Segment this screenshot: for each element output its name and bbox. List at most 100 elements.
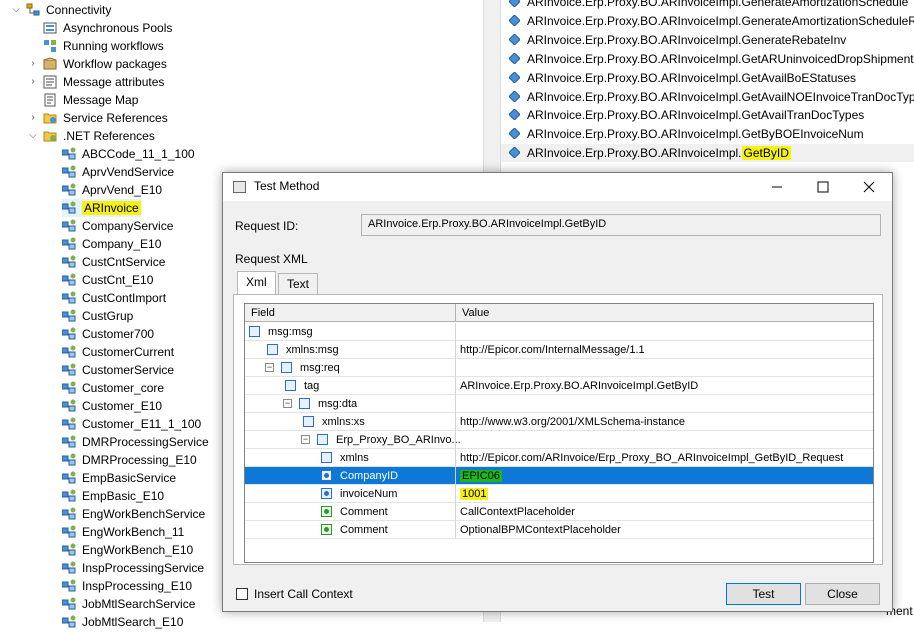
xml-field-grid[interactable]: Field Value msg:msg xmlns:msg http://Epico…	[244, 303, 874, 563]
method-item[interactable]: ARInvoice.Erp.Proxy.BO.ARInvoiceImpl.Get…	[508, 50, 914, 68]
tree-item-service-references[interactable]: › Service References	[31, 109, 167, 127]
grid-value-cell[interactable]: ARInvoice.Erp.Proxy.BO.ARInvoiceImpl.Get…	[455, 377, 873, 395]
tree-item-service[interactable]: ABCCode_11_1_100	[61, 145, 195, 163]
grid-value-cell[interactable]	[455, 431, 873, 449]
tree-item-net-references[interactable]: ⌵ .NET References	[29, 127, 155, 145]
tree-item-service[interactable]: Customer700	[61, 325, 154, 343]
web-service-icon	[61, 147, 76, 161]
tree-item-service[interactable]: CompanyService	[61, 217, 173, 235]
connectivity-icon	[26, 3, 40, 17]
tree-item-service[interactable]: InspProcessing_E10	[61, 577, 192, 595]
tree-item-message-map[interactable]: Message Map	[43, 91, 138, 109]
method-item[interactable]: ARInvoice.Erp.Proxy.BO.ARInvoiceImpl.Get…	[508, 125, 864, 143]
maximize-button[interactable]	[800, 173, 846, 201]
collapse-node-icon[interactable]: −	[301, 435, 310, 444]
xml-node-icon	[317, 434, 328, 445]
expand-chevron-icon[interactable]: ›	[27, 73, 39, 91]
method-item[interactable]: ARInvoice.Erp.Proxy.BO.ARInvoiceImpl.Gen…	[508, 0, 908, 11]
method-item[interactable]: ARInvoice.Erp.Proxy.BO.ARInvoiceImpl.Get…	[508, 106, 864, 124]
grid-value-cell[interactable]: http://www.w3.org/2001/XMLSchema-instanc…	[455, 413, 873, 431]
grid-value-cell[interactable]: http://Epicor.com/InternalMessage/1.1	[455, 341, 873, 359]
grid-row[interactable]: − Erp_Proxy_BO_ARInvo...	[245, 431, 873, 449]
column-header-field[interactable]: Field	[245, 304, 455, 322]
grid-row[interactable]: CompanyID EPIC06	[245, 467, 873, 485]
tree-item-service[interactable]: Customer_E10	[61, 397, 162, 415]
map-icon	[43, 93, 57, 107]
grid-row[interactable]: invoiceNum 1001	[245, 485, 873, 503]
grid-row[interactable]: − msg:req	[245, 359, 873, 377]
tree-item-service[interactable]: EngWorkBench_E10	[61, 541, 193, 559]
method-item[interactable]: ARInvoice.Erp.Proxy.BO.ARInvoiceImpl.Get…	[508, 69, 856, 87]
tab-text[interactable]: Text	[278, 273, 319, 295]
tree-item-service[interactable]: Company_E10	[61, 235, 161, 253]
tree-item-asynchronous-pools[interactable]: Asynchronous Pools	[43, 19, 172, 37]
tree-item-service[interactable]: EngWorkBenchService	[61, 505, 205, 523]
tree-item-service[interactable]: Customer_core	[61, 379, 164, 397]
grid-row[interactable]: xmlns:msg http://Epicor.com/InternalMessa…	[245, 341, 873, 359]
method-icon	[508, 107, 521, 122]
grid-row[interactable]: xmlns http://Epicor.com/ARInvoice/Erp_Pro…	[245, 449, 873, 467]
tree-item-service[interactable]: EmpBasicService	[61, 469, 176, 487]
grid-value-cell[interactable]: 1001	[455, 485, 873, 503]
grid-row[interactable]: − msg:dta	[245, 395, 873, 413]
close-window-button[interactable]	[846, 173, 892, 201]
expand-chevron-icon[interactable]: ›	[27, 55, 39, 73]
tree-item-service[interactable]: DMRProcessing_E10	[61, 451, 197, 469]
request-id-field[interactable]: ARInvoice.Erp.Proxy.BO.ARInvoiceImpl.Get…	[361, 214, 881, 236]
tree-item-label: CustContImport	[82, 291, 167, 305]
tree-item-running-workflows[interactable]: Running workflows	[43, 37, 164, 55]
method-item[interactable]: ARInvoice.Erp.Proxy.BO.ARInvoiceImpl.Get…	[501, 144, 914, 163]
collapse-node-icon[interactable]: −	[283, 399, 292, 408]
collapse-chevron-icon[interactable]: ⌵	[27, 127, 39, 145]
grid-value-cell[interactable]: http://Epicor.com/ARInvoice/Erp_Proxy_BO…	[455, 449, 873, 467]
method-item[interactable]: ARInvoice.Erp.Proxy.BO.ARInvoiceImpl.Gen…	[508, 12, 914, 30]
grid-field-cell: xmlns	[321, 449, 369, 467]
workflows-icon	[43, 39, 57, 53]
web-service-icon	[61, 525, 76, 539]
tree-item-connectivity[interactable]: ⌵ Connectivity	[12, 1, 111, 19]
tree-item-service[interactable]: CustomerCurrent	[61, 343, 174, 361]
insert-call-context-checkbox[interactable]	[236, 588, 248, 600]
grid-value-cell[interactable]	[455, 359, 873, 377]
grid-row[interactable]: Comment OptionalBPMContextPlaceholder	[245, 521, 873, 539]
tree-item-service[interactable]: EmpBasic_E10	[61, 487, 164, 505]
test-button[interactable]: Test	[726, 583, 801, 605]
tree-item-service[interactable]: JobMtlSearchService	[61, 595, 195, 613]
grid-value-cell[interactable]: EPIC06	[455, 467, 873, 485]
close-button[interactable]: Close	[805, 583, 880, 605]
tree-item-service[interactable]: InspProcessingService	[61, 559, 204, 577]
tree-item-service[interactable]: DMRProcessingService	[61, 433, 209, 451]
tree-item-service[interactable]: CustCntService	[61, 253, 165, 271]
grid-row[interactable]: msg:msg	[245, 323, 873, 341]
method-item[interactable]: ARInvoice.Erp.Proxy.BO.ARInvoiceImpl.Get…	[508, 88, 914, 106]
tree-item-service[interactable]: AprvVendService	[61, 163, 174, 181]
grid-value-cell[interactable]: OptionalBPMContextPlaceholder	[455, 521, 873, 539]
tab-xml[interactable]: Xml	[237, 271, 276, 295]
tree-item-service[interactable]: JobMtlSearch_E10	[61, 613, 183, 631]
tree-item-service[interactable]: CustCnt_E10	[61, 271, 153, 289]
grid-row[interactable]: tag ARInvoice.Erp.Proxy.BO.ARInvoiceImpl.…	[245, 377, 873, 395]
grid-value-cell[interactable]: CallContextPlaceholder	[455, 503, 873, 521]
expand-chevron-icon[interactable]: ›	[27, 109, 39, 127]
tree-item-label: CustGrup	[82, 309, 134, 323]
tree-item-service[interactable]: EngWorkBench_11	[61, 523, 184, 541]
tree-item-message-attributes[interactable]: › Message attributes	[31, 73, 164, 91]
tree-item-service[interactable]: AprvVend_E10	[61, 181, 162, 199]
grid-row[interactable]: xmlns:xs http://www.w3.org/2001/XMLSchema…	[245, 413, 873, 431]
collapse-chevron-icon[interactable]: ⌵	[10, 1, 22, 19]
grid-value-cell[interactable]	[455, 323, 873, 341]
dialog-title-bar[interactable]: Test Method	[223, 173, 892, 201]
collapse-node-icon[interactable]: −	[265, 363, 274, 372]
grid-row[interactable]: Comment CallContextPlaceholder	[245, 503, 873, 521]
method-name: GenerateRebateInv	[741, 32, 847, 47]
minimize-button[interactable]	[754, 173, 800, 201]
tree-item-workflow-packages[interactable]: › Workflow packages	[31, 55, 167, 73]
tree-item-service[interactable]: ARInvoice	[61, 199, 141, 217]
grid-value-cell[interactable]	[455, 395, 873, 413]
column-header-value[interactable]: Value	[455, 304, 873, 322]
tree-item-service[interactable]: CustomerService	[61, 361, 174, 379]
tree-item-service[interactable]: Customer_E11_1_100	[61, 415, 201, 433]
tree-item-service[interactable]: CustGrup	[61, 307, 134, 325]
method-item[interactable]: ARInvoice.Erp.Proxy.BO.ARInvoiceImpl.Gen…	[508, 31, 847, 49]
tree-item-service[interactable]: CustContImport	[61, 289, 167, 307]
